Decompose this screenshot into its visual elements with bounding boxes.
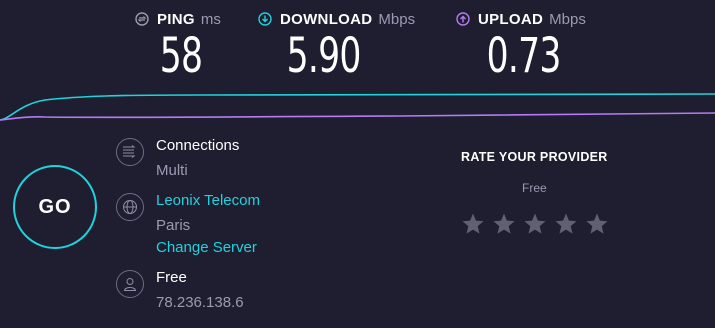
star-icon[interactable]: [492, 212, 516, 236]
ping-metric: PING ms 58: [135, 8, 221, 80]
ping-value: 58: [159, 28, 203, 84]
rate-provider-name: Free: [522, 181, 547, 195]
star-icon[interactable]: [461, 212, 485, 236]
user-icon: [116, 270, 144, 298]
globe-icon: [116, 193, 144, 221]
star-rating[interactable]: [461, 212, 616, 236]
star-icon[interactable]: [554, 212, 578, 236]
rate-provider-title: RATE YOUR PROVIDER: [461, 150, 608, 164]
upload-value: 0.73: [486, 28, 562, 84]
download-label: DOWNLOAD: [280, 10, 373, 28]
star-icon[interactable]: [523, 212, 547, 236]
upload-metric: UPLOAD Mbps 0.73: [456, 8, 586, 80]
speed-graph: [0, 93, 715, 121]
star-icon[interactable]: [585, 212, 609, 236]
server-name: Leonix Telecom: [156, 192, 260, 209]
upload-unit: Mbps: [549, 10, 586, 28]
ping-label: PING: [157, 10, 195, 28]
change-server-link[interactable]: Change Server: [156, 239, 257, 256]
download-metric: DOWNLOAD Mbps 5.90: [258, 8, 416, 80]
server-location: Paris: [156, 217, 191, 234]
download-arrow-icon: [258, 12, 272, 26]
ping-icon: [135, 12, 149, 26]
upload-arrow-icon: [456, 12, 470, 26]
isp-name: Free: [156, 269, 187, 286]
connections-value: Multi: [156, 162, 188, 179]
go-label: GO: [38, 195, 72, 218]
ping-unit: ms: [200, 10, 221, 28]
connections-title: Connections: [156, 137, 240, 154]
upload-speed-line: [0, 112, 715, 121]
upload-label: UPLOAD: [478, 10, 544, 28]
download-value: 5.90: [286, 28, 362, 84]
download-unit: Mbps: [378, 10, 416, 28]
go-button[interactable]: GO: [13, 165, 97, 249]
ip-address: 78.236.138.6: [156, 294, 244, 311]
connections-icon: [116, 138, 144, 166]
